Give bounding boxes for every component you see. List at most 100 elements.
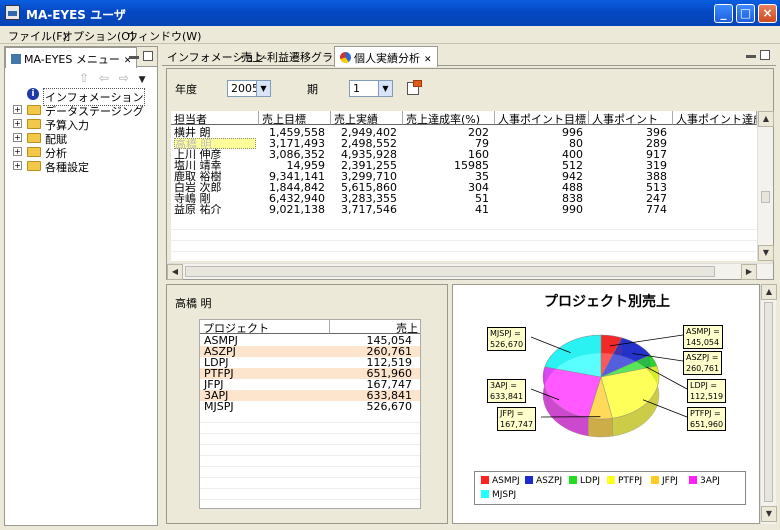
legend-item: LDPJ bbox=[569, 476, 600, 487]
column-header-sales[interactable]: 売上 bbox=[330, 320, 420, 334]
table-cell: 9,021,138 bbox=[269, 203, 325, 216]
folder-icon bbox=[27, 161, 41, 171]
period-select-value: 1 bbox=[353, 82, 360, 95]
performance-table: 担当者 売上目標 売上実績 売上達成率(%) 人事ポイント目標 人事ポイント 人… bbox=[171, 111, 757, 261]
column-header-sales-target[interactable]: 売上目標 bbox=[259, 111, 331, 125]
scroll-thumb[interactable] bbox=[761, 191, 770, 203]
pie-slice-side bbox=[588, 417, 613, 438]
column-header-achievement-rate[interactable]: 売上達成率(%) bbox=[403, 111, 495, 125]
legend-label: ASMPJ bbox=[492, 476, 520, 486]
table-row[interactable]: 益原 祐介 9,021,138 3,717,546 41 990 774 bbox=[171, 204, 757, 215]
expand-icon[interactable]: + bbox=[13, 133, 22, 142]
app-icon bbox=[5, 5, 20, 20]
expand-icon[interactable]: + bbox=[13, 147, 22, 156]
table-row[interactable]: 横井 朗 1,459,558 2,949,402 202 996 396 bbox=[171, 127, 757, 138]
year-select[interactable]: 2005 ▼ bbox=[227, 80, 271, 97]
table-vertical-scrollbar[interactable]: ▲ ▼ bbox=[757, 111, 774, 261]
left-menu-panel: MA-EYES メニュー ✕ ⇧ ⇦ ⇨ ▼ i インフォメーション + データス… bbox=[4, 46, 158, 526]
project-table-empty-rows bbox=[200, 412, 420, 508]
tree-item-label: 各種設定 bbox=[45, 161, 89, 174]
left-panel-tabstrip: MA-EYES メニュー ✕ bbox=[5, 47, 157, 68]
scroll-left-icon[interactable]: ◀ bbox=[167, 264, 183, 280]
minimize-button[interactable]: _ bbox=[714, 4, 733, 23]
expand-icon[interactable]: + bbox=[13, 161, 22, 170]
period-select[interactable]: 1 ▼ bbox=[349, 80, 393, 97]
pie-chart-icon bbox=[340, 52, 351, 63]
legend-swatch bbox=[525, 476, 533, 484]
column-header-hr-point[interactable]: 人事ポイント bbox=[589, 111, 673, 125]
table-cell: 990 bbox=[562, 203, 583, 216]
column-header-hr-point-target[interactable]: 人事ポイント目標 bbox=[495, 111, 589, 125]
scroll-thumb[interactable] bbox=[185, 266, 715, 277]
maximize-editor-icon[interactable] bbox=[760, 50, 770, 60]
pie-callout-jfpj: JFPJ = 167,747 bbox=[497, 407, 537, 431]
chevron-down-icon: ▼ bbox=[378, 81, 392, 96]
back-arrow-icon[interactable]: ⇦ bbox=[99, 71, 109, 85]
project-row[interactable]: MJSPJ 526,670 bbox=[200, 401, 420, 412]
menu-file[interactable]: ファイル(F) bbox=[8, 28, 67, 44]
menu-options[interactable]: オプション(O) bbox=[62, 28, 134, 44]
scroll-up-icon[interactable]: ▲ bbox=[758, 111, 774, 127]
tab-personal-performance[interactable]: 個人実績分析 ✕ bbox=[334, 46, 438, 67]
table-row[interactable]: 高橋 明 3,171,493 2,498,552 79 80 289 bbox=[171, 138, 757, 150]
minimize-view-icon[interactable] bbox=[129, 56, 139, 59]
maximize-button[interactable]: □ bbox=[736, 4, 755, 23]
callout-category: 3APJ = bbox=[490, 381, 517, 390]
close-button[interactable]: × bbox=[758, 4, 777, 23]
column-header-staff[interactable]: 担当者 bbox=[171, 111, 259, 125]
legend-item: PTFPJ bbox=[607, 476, 642, 487]
legend-item: ASZPJ bbox=[525, 476, 562, 487]
tab-personal-performance-label: 個人実績分析 bbox=[354, 52, 420, 65]
chart-plot-area: ASMPJ = 145,054 ASZPJ = 260,761 LDPJ = 112,51… bbox=[461, 315, 751, 465]
scroll-right-icon[interactable]: ▶ bbox=[741, 264, 757, 280]
folder-icon bbox=[27, 147, 41, 157]
tree-view-icon bbox=[11, 54, 21, 64]
forward-arrow-icon[interactable]: ⇨ bbox=[119, 71, 129, 85]
column-header-project[interactable]: プロジェクト bbox=[200, 320, 330, 334]
callout-category: JFPJ = bbox=[500, 409, 524, 418]
pie-callout-asmpj: ASMPJ = 145,054 bbox=[683, 325, 723, 349]
callout-value: 112,519 bbox=[690, 392, 724, 401]
legend-label: JFPJ bbox=[662, 476, 678, 486]
close-icon[interactable]: ✕ bbox=[424, 55, 432, 65]
summary-section: 年度 2005 ▼ 期 1 ▼ 担当者 売上目標 売上実績 売上達成率(%) 人… bbox=[166, 68, 774, 280]
folder-icon bbox=[27, 119, 41, 129]
callout-value: 526,670 bbox=[490, 340, 524, 349]
period-label: 期 bbox=[307, 83, 318, 96]
editor-area: インフォメーション 売上-利益遷移グラフ 個人実績分析 ✕ 年度 2005 ▼ 期… bbox=[162, 46, 777, 526]
folder-icon bbox=[27, 105, 41, 115]
table-row[interactable]: 塩川 靖幸 14,959 2,391,255 15985 512 319 bbox=[171, 160, 757, 171]
scroll-up-icon[interactable]: ▲ bbox=[761, 284, 777, 300]
project-sales: 526,670 bbox=[366, 400, 413, 413]
maximize-view-icon[interactable] bbox=[143, 51, 153, 61]
project-name: MJSPJ bbox=[204, 400, 234, 413]
expand-icon[interactable]: + bbox=[13, 119, 22, 128]
legend-item: 3APJ bbox=[689, 476, 720, 487]
minimize-editor-icon[interactable] bbox=[746, 55, 756, 58]
callout-category: MJSPJ = bbox=[490, 329, 521, 338]
table-row[interactable]: 鹿取 裕樹 9,341,141 3,299,710 35 942 388 bbox=[171, 171, 757, 182]
table-row[interactable]: 白岩 次郎 1,844,842 5,615,860 304 488 513 bbox=[171, 182, 757, 193]
view-menu-icon[interactable]: ▼ bbox=[139, 75, 146, 85]
table-horizontal-scrollbar[interactable]: ◀ ▶ bbox=[167, 263, 773, 280]
window-titlebar: MA-EYES ユーザ _ □ × bbox=[0, 0, 780, 26]
column-header-hr-point-achievement[interactable]: 人事ポイント達成 bbox=[673, 111, 757, 125]
tab-ma-eyes-menu[interactable]: MA-EYES メニュー ✕ bbox=[5, 47, 138, 68]
scroll-down-icon[interactable]: ▼ bbox=[758, 245, 774, 261]
callout-category: LDPJ = bbox=[690, 381, 718, 390]
expand-icon[interactable]: + bbox=[13, 105, 22, 114]
pie-callout-aszpj: ASZPJ = 260,761 bbox=[683, 351, 723, 375]
table-row[interactable]: 寺嶋 剛 6,432,940 3,283,355 51 838 247 bbox=[171, 193, 757, 204]
legend-label: LDPJ bbox=[580, 476, 601, 486]
nav-toolbar: ⇧ ⇦ ⇨ ▼ bbox=[79, 71, 146, 85]
lower-vertical-scrollbar[interactable]: ▲ ▼ bbox=[760, 284, 777, 524]
column-header-sales-actual[interactable]: 売上実績 bbox=[331, 111, 403, 125]
menu-window[interactable]: ウィンドウ(W) bbox=[127, 28, 201, 44]
up-arrow-icon[interactable]: ⇧ bbox=[79, 71, 89, 85]
export-icon[interactable] bbox=[405, 79, 423, 97]
scroll-down-icon[interactable]: ▼ bbox=[761, 506, 777, 522]
folder-icon bbox=[27, 133, 41, 143]
scroll-thumb[interactable] bbox=[764, 302, 773, 502]
tab-sales-profit-graph[interactable]: 売上-利益遷移グラフ bbox=[236, 46, 349, 66]
project-table-body: ASMPJ 145,054 ASZPJ 260,761 LDPJ 112,519 PTFPJ… bbox=[200, 335, 420, 415]
